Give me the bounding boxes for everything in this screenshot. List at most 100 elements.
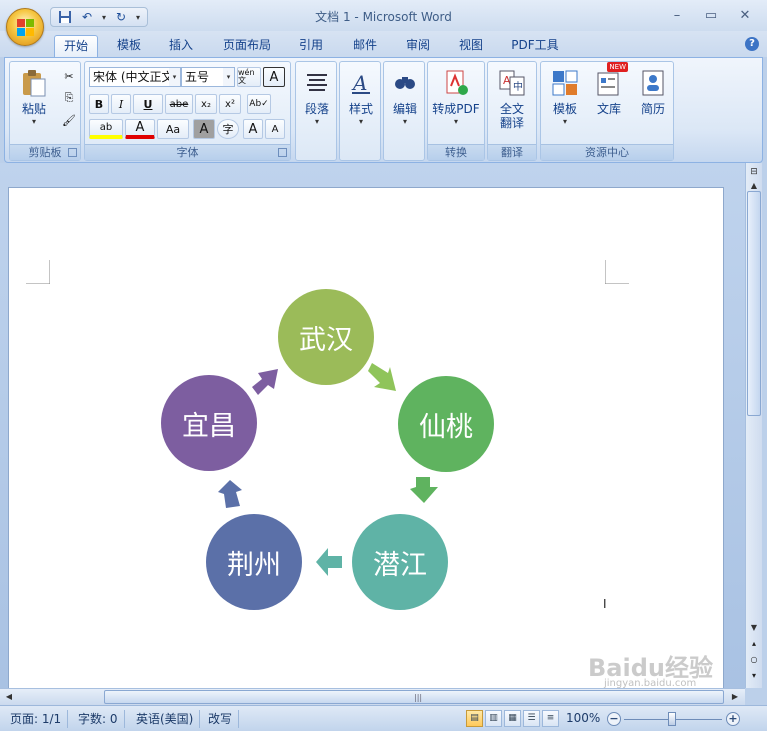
status-overtype[interactable]: 改写 (202, 710, 240, 728)
translate-group: A中 全文 翻译 翻译 (487, 61, 537, 161)
scroll-down-icon[interactable]: ▼ (747, 621, 761, 635)
template-icon (550, 68, 580, 98)
paragraph-group: 段落 ▾ (295, 61, 337, 161)
paste-dropdown-icon: ▾ (31, 117, 36, 126)
previous-page-icon[interactable]: ▴ (747, 637, 761, 651)
zoom-slider-thumb[interactable] (668, 712, 676, 726)
change-case-button[interactable]: Aa (157, 119, 189, 139)
cycle-node-qianjiang[interactable]: 潜江 (352, 514, 448, 610)
tab-home[interactable]: 开始 (54, 35, 98, 57)
template-button[interactable]: 模板 ▾ (543, 66, 587, 142)
resume-icon (638, 68, 668, 98)
grow-font-button[interactable]: A (243, 119, 263, 139)
clipboard-launcher-icon[interactable] (68, 148, 77, 157)
underline-button[interactable]: U (133, 94, 163, 114)
resource-center-group: 模板 ▾ NEW 文库 简历 资源中心 (540, 61, 674, 161)
zoom-in-icon[interactable]: + (726, 712, 740, 726)
tab-mailings[interactable]: 邮件 (344, 35, 386, 57)
draft-view-icon[interactable]: ≡ (542, 710, 559, 727)
crop-mark-left (26, 260, 50, 284)
italic-button[interactable]: I (111, 94, 131, 114)
bold-button[interactable]: B (89, 94, 109, 114)
office-button[interactable] (6, 8, 44, 46)
vertical-scroll-thumb[interactable] (747, 191, 761, 416)
full-screen-reading-icon[interactable]: ▥ (485, 710, 502, 727)
char-border-button[interactable]: A (263, 67, 285, 87)
font-color-button[interactable]: A (125, 119, 155, 139)
editing-button[interactable]: 编辑 ▾ (383, 66, 427, 142)
new-badge: NEW (607, 62, 628, 72)
format-painter-icon[interactable]: 🖌 (60, 110, 78, 130)
editing-group: 编辑 ▾ (383, 61, 425, 161)
minimize-button[interactable]: – (661, 4, 693, 26)
svg-text:中: 中 (513, 80, 523, 93)
help-icon[interactable]: ? (745, 37, 759, 51)
horizontal-scrollbar[interactable]: ◀ ||| ▶ (0, 688, 745, 705)
tab-review[interactable]: 审阅 (397, 35, 439, 57)
library-button[interactable]: NEW 文库 (587, 62, 631, 142)
cycle-node-jingzhou[interactable]: 荆州 (206, 514, 302, 610)
ribbon-tab-bar: 开始 模板 插入 页面布局 引用 邮件 审阅 视图 PDF工具 ? (0, 31, 767, 57)
baidu-watermark-url: jingyan.baidu.com (604, 678, 697, 689)
subscript-button[interactable]: x₂ (195, 94, 217, 114)
scroll-left-icon[interactable]: ◀ (2, 690, 16, 704)
scroll-right-icon[interactable]: ▶ (728, 690, 742, 704)
document-page[interactable] (8, 187, 724, 688)
full-translate-button[interactable]: A中 全文 翻译 (490, 66, 534, 142)
print-layout-view-icon[interactable]: ▤ (466, 710, 483, 727)
status-language[interactable]: 英语(美国) (130, 710, 201, 728)
cycle-arrow-2 (410, 477, 438, 503)
zoom-out-icon[interactable]: − (607, 712, 621, 726)
clipboard-group: 粘贴 ▾ ✂ ⎘ 🖌 剪贴板 (9, 61, 81, 161)
library-icon: NEW (594, 62, 628, 98)
web-layout-icon[interactable]: ▦ (504, 710, 521, 727)
outline-view-icon[interactable]: ☰ (523, 710, 540, 727)
char-shading-button[interactable]: A (193, 119, 215, 139)
shrink-font-button[interactable]: A (265, 119, 285, 139)
tab-templates[interactable]: 模板 (108, 35, 150, 57)
tab-insert[interactable]: 插入 (160, 35, 202, 57)
chevron-down-icon: ▾ (223, 68, 234, 86)
close-button[interactable]: ✕ (729, 4, 761, 26)
zoom-level[interactable]: 100% (566, 711, 600, 725)
styles-button[interactable]: A 样式 ▾ (339, 66, 383, 142)
window-title: 文档 1 - Microsoft Word (315, 10, 452, 24)
phonetic-guide-button[interactable]: wén 文 (237, 67, 261, 87)
font-size-combo[interactable]: 五号 ▾ (181, 67, 235, 87)
clear-format-icon[interactable]: Ab✓ (247, 94, 271, 114)
title-bar: ↶ ▾ ↻ ▾ 文档 1 - Microsoft Word – ▭ ✕ (0, 0, 767, 31)
maximize-button[interactable]: ▭ (695, 4, 727, 26)
vertical-scrollbar[interactable]: ⊟ ▲ ▼ ▴ ○ ▾ (745, 163, 762, 688)
highlight-button[interactable]: ab (89, 119, 123, 139)
superscript-button[interactable]: x² (219, 94, 241, 114)
status-word-count[interactable]: 字数: 0 (72, 710, 125, 728)
enclose-char-button[interactable]: 字 (217, 119, 239, 139)
paragraph-button[interactable]: 段落 ▾ (295, 66, 339, 142)
cut-icon[interactable]: ✂ (60, 66, 78, 86)
cycle-arrow-4 (218, 480, 242, 508)
convert-to-pdf-button[interactable]: 转成PDF ▾ (428, 66, 484, 142)
chevron-down-icon: ▾ (358, 117, 363, 126)
select-browse-object-icon[interactable]: ○ (747, 653, 761, 667)
cycle-node-yichang[interactable]: 宜昌 (161, 375, 257, 471)
binoculars-icon (390, 68, 420, 98)
cycle-node-xiantao[interactable]: 仙桃 (398, 376, 494, 472)
tab-pdf-tools[interactable]: PDF工具 (502, 35, 568, 57)
status-page[interactable]: 页面: 1/1 (4, 710, 69, 728)
horizontal-scroll-thumb[interactable]: ||| (104, 690, 724, 704)
chevron-down-icon: ▾ (314, 117, 319, 126)
paste-icon (19, 68, 49, 98)
copy-icon[interactable]: ⎘ (60, 88, 78, 108)
tab-view[interactable]: 视图 (450, 35, 492, 57)
resume-button[interactable]: 简历 (631, 66, 675, 142)
tab-references[interactable]: 引用 (290, 35, 332, 57)
paste-button[interactable]: 粘贴 ▾ (12, 66, 56, 142)
strikethrough-button[interactable]: abe (165, 94, 193, 114)
font-name-combo[interactable]: 宋体 (中文正文 ▾ (89, 67, 181, 87)
tab-page-layout[interactable]: 页面布局 (214, 35, 280, 57)
font-launcher-icon[interactable] (278, 148, 287, 157)
cycle-node-wuhan[interactable]: 武汉 (278, 289, 374, 385)
status-bar: 页面: 1/1 字数: 0 英语(美国) 改写 ▤ ▥ ▦ ☰ ≡ 100% −… (0, 705, 767, 731)
next-page-icon[interactable]: ▾ (747, 669, 761, 683)
office-logo-icon (17, 19, 35, 37)
